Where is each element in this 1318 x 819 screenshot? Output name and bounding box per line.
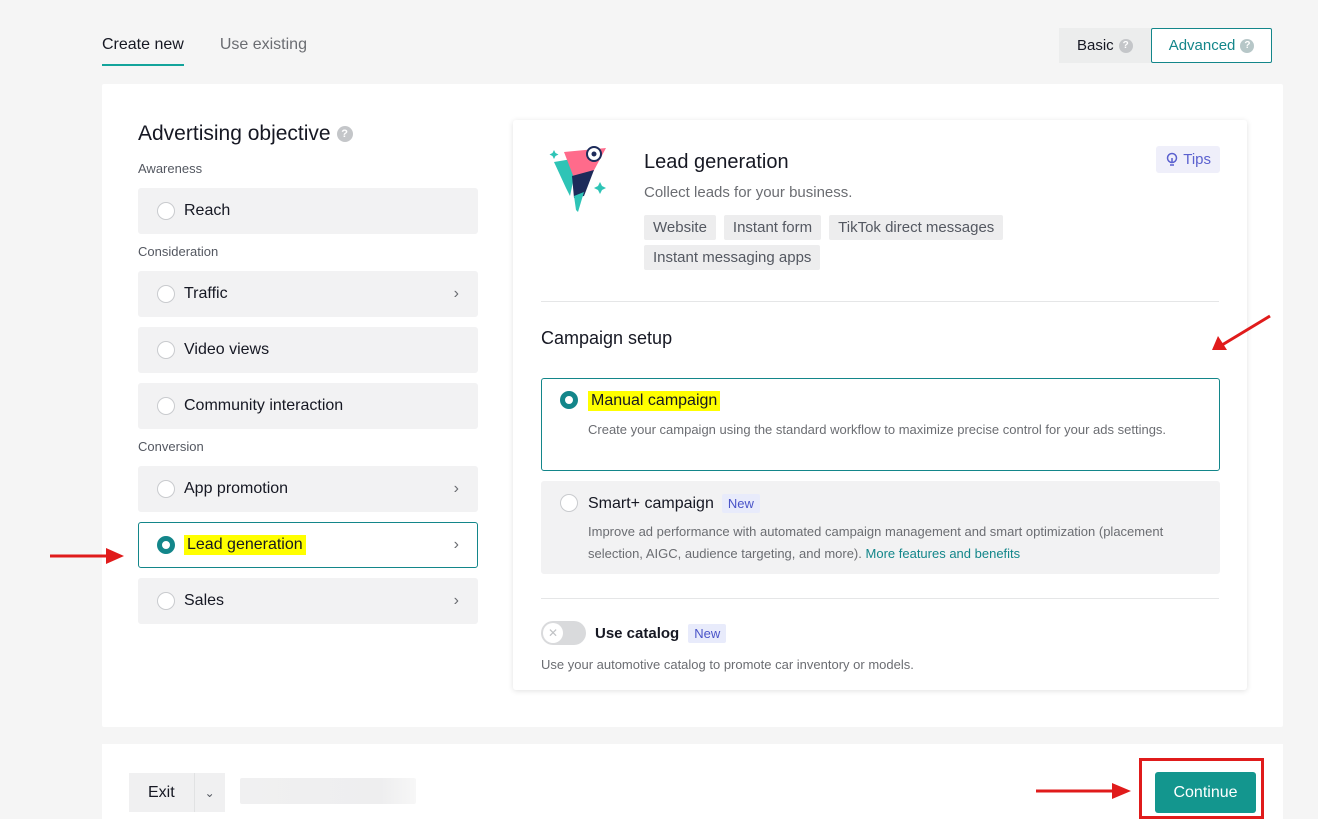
manual-campaign-option[interactable]: Manual campaign Create your campaign usi… <box>541 378 1220 471</box>
chevron-right-icon: › <box>453 536 459 553</box>
new-badge: New <box>688 623 727 643</box>
objective-label: Video views <box>184 341 270 358</box>
tag-instant-messaging-apps: Instant messaging apps <box>644 245 821 270</box>
top-tabs: Create new Use existing <box>102 28 343 66</box>
chevron-right-icon: › <box>453 285 459 302</box>
catalog-row: ✕ Use catalog New <box>541 621 727 645</box>
group-label-conversion: Conversion <box>138 439 204 454</box>
radio-icon <box>157 592 175 610</box>
advanced-mode-button[interactable]: Advanced ? <box>1150 28 1273 63</box>
main-card: Advertising objective ? Awareness Reach … <box>102 84 1283 727</box>
objective-panel: Advertising objective ? Awareness Reach … <box>138 122 478 634</box>
more-features-link[interactable]: More features and benefits <box>866 546 1021 561</box>
objective-label: Lead generation <box>184 535 306 555</box>
objective-label: Traffic <box>184 285 228 302</box>
objective-reach[interactable]: Reach <box>138 188 478 234</box>
campaign-setup-title: Campaign setup <box>541 328 673 348</box>
redacted-text-placeholder <box>240 778 416 804</box>
group-label-awareness: Awareness <box>138 161 203 176</box>
mode-toggle: Basic ? Advanced ? <box>1059 28 1273 63</box>
smart-campaign-label: Smart+ campaign <box>588 494 714 512</box>
divider <box>541 301 1219 302</box>
objective-app-promotion[interactable]: App promotion › <box>138 466 478 512</box>
chevron-down-icon: ⌄ <box>204 785 215 800</box>
campaign-option-title: Manual campaign <box>588 391 1201 411</box>
chevron-right-icon: › <box>453 480 459 497</box>
objective-video-views[interactable]: Video views <box>138 327 478 373</box>
lightbulb-icon <box>1166 152 1178 166</box>
radio-selected-icon <box>157 536 175 554</box>
detail-title: Lead generation <box>644 151 789 173</box>
help-icon: ? <box>1118 38 1133 53</box>
objective-traffic[interactable]: Traffic › <box>138 271 478 317</box>
radio-icon <box>560 494 578 512</box>
radio-icon <box>157 341 175 359</box>
advanced-mode-label: Advanced <box>1168 37 1236 54</box>
radio-icon <box>157 202 175 220</box>
basic-mode-button[interactable]: Basic ? <box>1059 28 1151 63</box>
campaign-option-title: Smart+ campaign New <box>588 494 1201 513</box>
catalog-toggle[interactable]: ✕ <box>541 621 586 645</box>
objective-title: Advertising objective ? <box>138 122 478 146</box>
smart-campaign-option[interactable]: Smart+ campaign New Improve ad performan… <box>541 481 1220 574</box>
radio-icon <box>157 480 175 498</box>
detail-subtitle: Collect leads for your business. <box>644 184 853 201</box>
annotation-arrow-icon <box>50 548 124 564</box>
exit-button-group: Exit ⌄ <box>129 773 225 812</box>
annotation-highlight-box <box>1139 758 1264 819</box>
lead-generation-illustration-icon <box>549 146 606 212</box>
new-badge: New <box>721 494 760 513</box>
catalog-label: Use catalog <box>595 624 680 642</box>
objective-label: App promotion <box>184 480 289 497</box>
annotation-arrow-icon <box>1036 783 1131 799</box>
objective-community-interaction[interactable]: Community interaction <box>138 383 478 429</box>
tab-create-new[interactable]: Create new <box>102 28 184 66</box>
manual-campaign-desc: Create your campaign using the standard … <box>588 422 1167 437</box>
objective-detail-card: Lead generation Collect leads for your b… <box>513 120 1247 690</box>
objective-label: Community interaction <box>184 397 344 414</box>
tab-use-existing[interactable]: Use existing <box>220 28 307 66</box>
detail-header: Lead generation Collect leads for your b… <box>548 140 1220 290</box>
divider <box>541 598 1219 599</box>
manual-campaign-label: Manual campaign <box>588 391 721 411</box>
close-icon: ✕ <box>543 623 563 643</box>
smart-campaign-desc: Improve ad performance with automated ca… <box>588 521 1201 565</box>
objective-title-text: Advertising objective <box>138 122 331 145</box>
catalog-desc: Use your automotive catalog to promote c… <box>541 657 914 672</box>
detail-tags: Website Instant form TikTok direct messa… <box>644 215 1074 270</box>
radio-selected-icon <box>560 391 578 409</box>
objective-label: Reach <box>184 202 231 219</box>
basic-mode-label: Basic <box>1077 37 1114 54</box>
radio-icon <box>157 285 175 303</box>
objective-label: Sales <box>184 592 225 609</box>
objective-lead-generation[interactable]: Lead generation › <box>138 522 478 568</box>
exit-dropdown-button[interactable]: ⌄ <box>194 773 225 812</box>
help-icon[interactable]: ? <box>336 126 353 142</box>
exit-button[interactable]: Exit <box>129 773 195 812</box>
tips-label: Tips <box>1183 151 1211 168</box>
tips-button[interactable]: Tips <box>1156 146 1220 173</box>
annotation-arrow-icon <box>1212 314 1271 350</box>
tag-tiktok-direct-messages: TikTok direct messages <box>829 215 1004 240</box>
radio-icon <box>157 397 175 415</box>
group-label-consideration: Consideration <box>138 244 219 259</box>
tag-website: Website <box>644 215 716 240</box>
tag-instant-form: Instant form <box>723 215 822 240</box>
objective-sales[interactable]: Sales › <box>138 578 478 624</box>
help-icon: ? <box>1240 38 1255 53</box>
chevron-right-icon: › <box>453 592 459 609</box>
